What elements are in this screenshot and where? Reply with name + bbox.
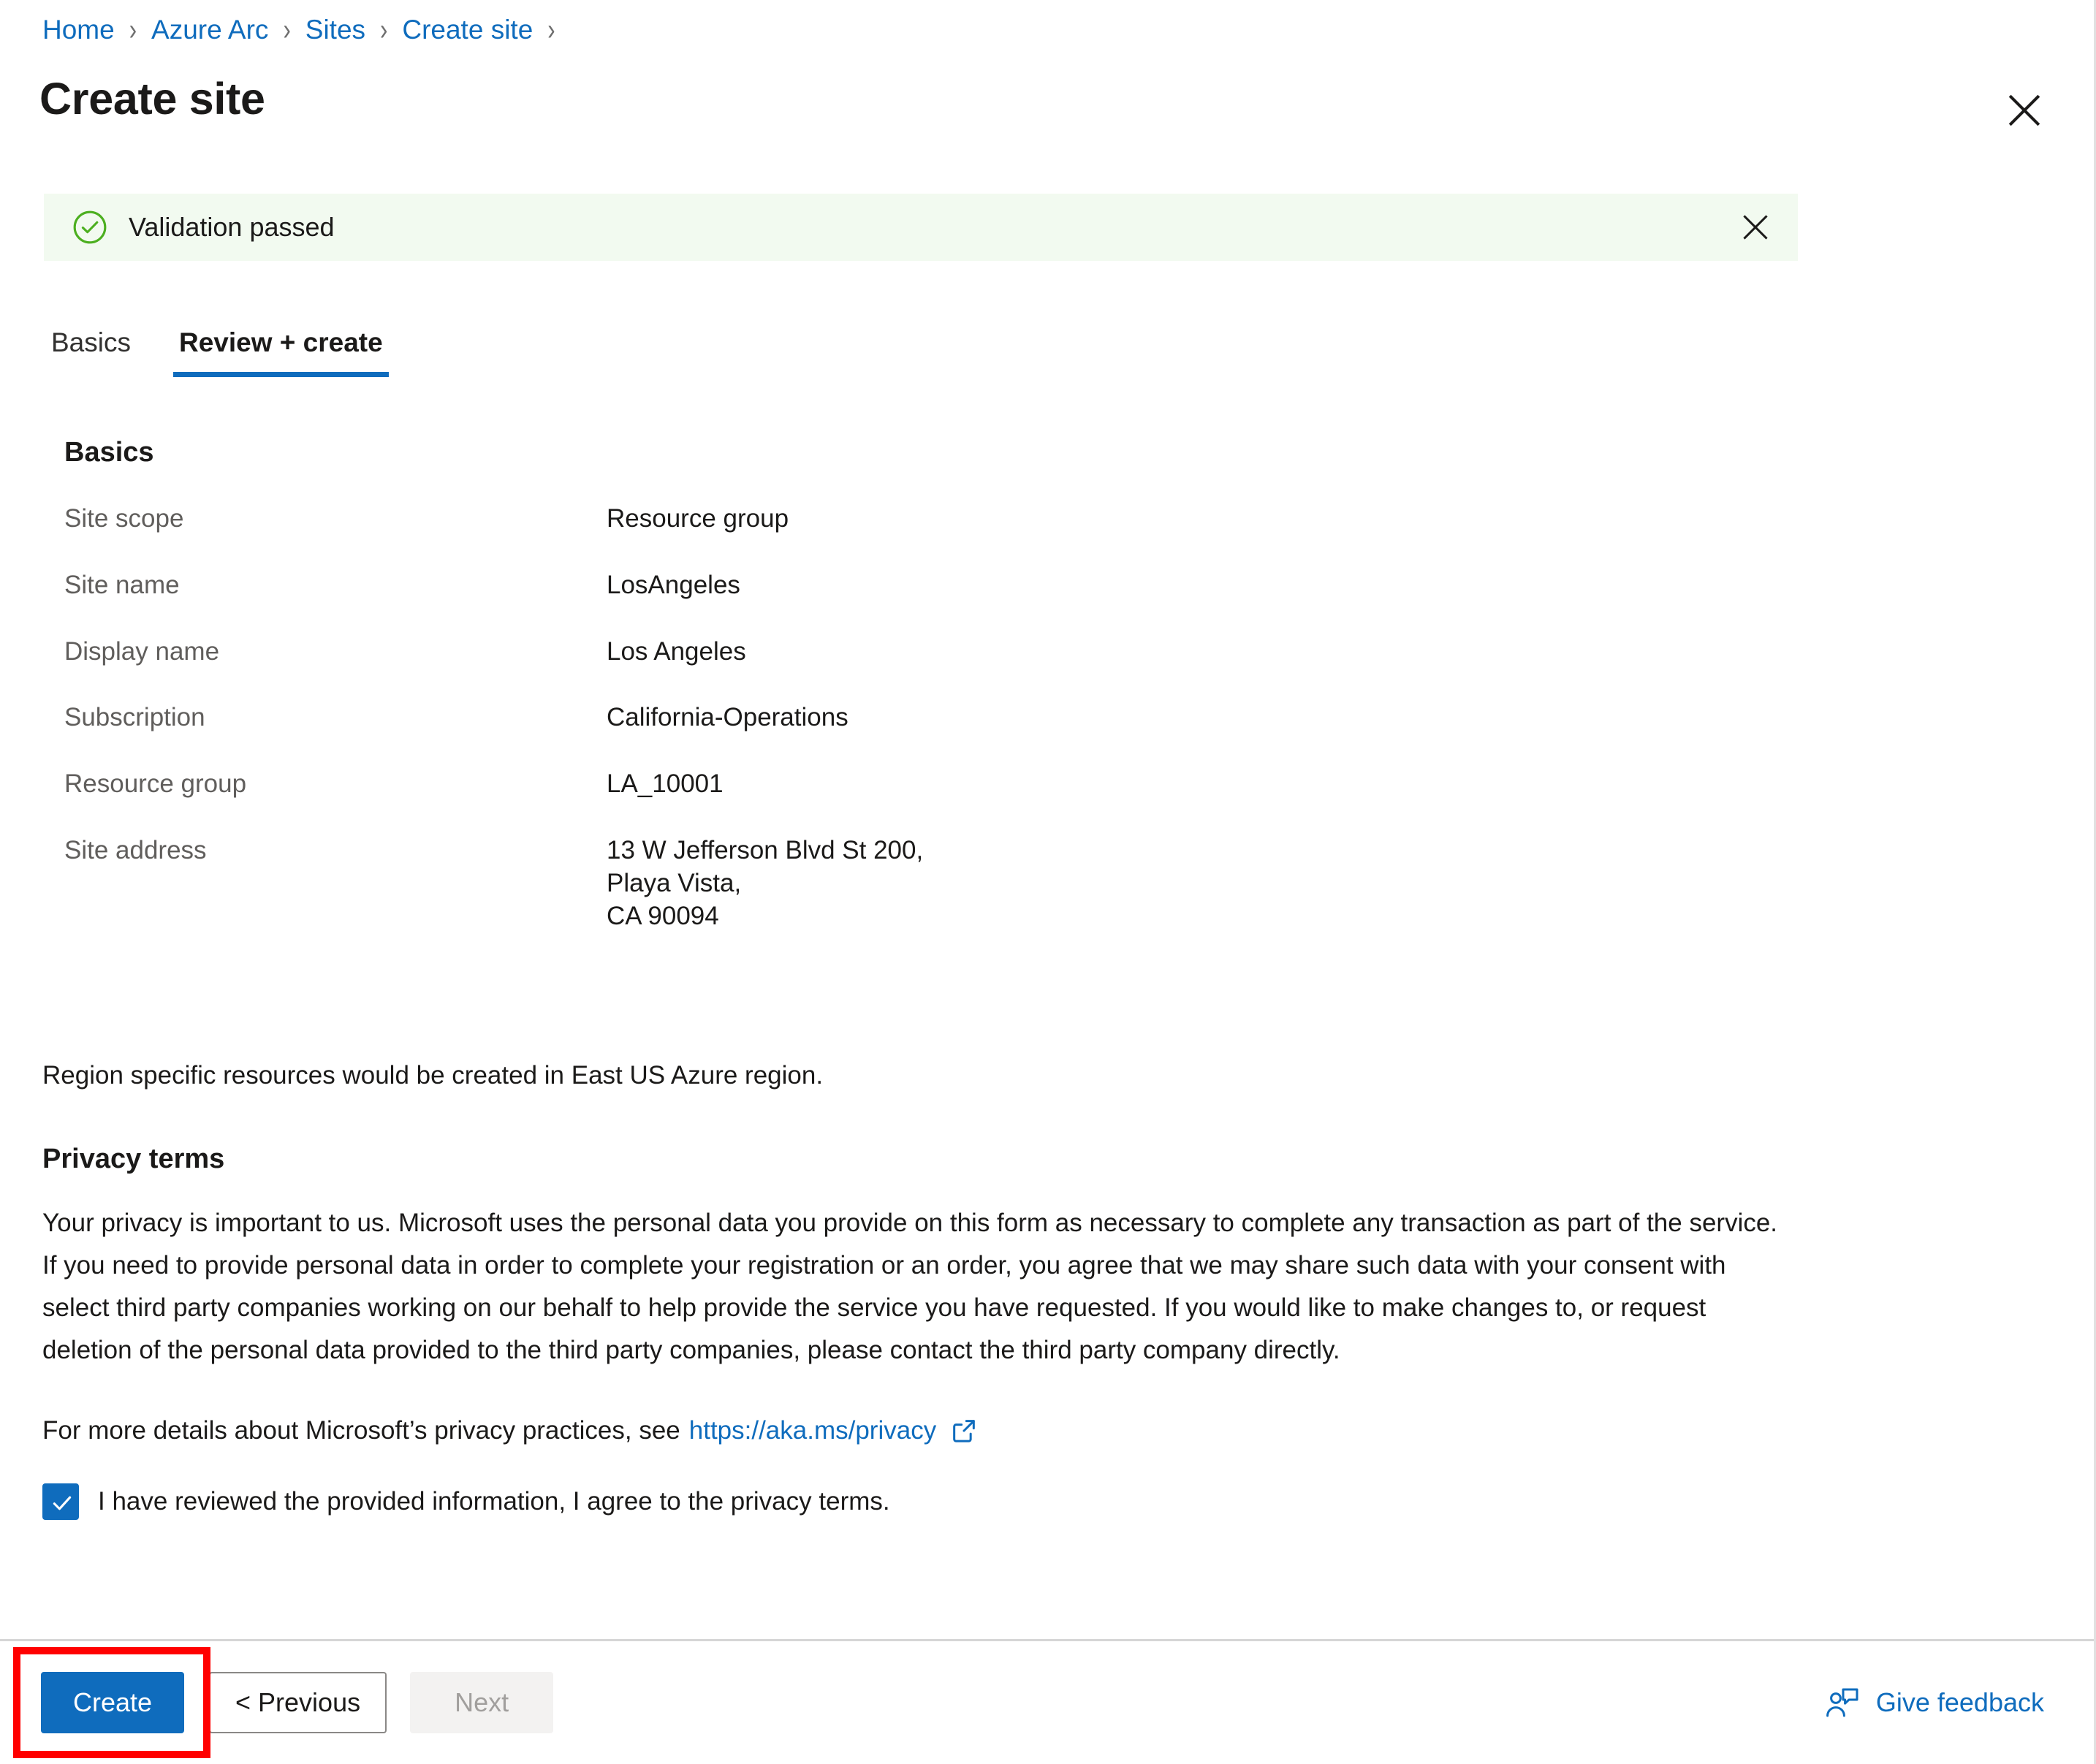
summary-value: LA_10001 — [607, 769, 724, 799]
privacy-terms-body: Your privacy is important to us. Microso… — [42, 1209, 1778, 1365]
privacy-more-details: For more details about Microsoft’s priva… — [42, 1416, 979, 1445]
wizard-tabs: Basics Review + create — [45, 327, 425, 377]
external-link-icon[interactable] — [949, 1416, 979, 1445]
page-title: Create site — [39, 74, 265, 123]
wizard-footer: Create < Previous Next Give feedback — [0, 1641, 2094, 1764]
breadcrumb-separator-icon: › — [547, 12, 555, 47]
create-site-blade: Home › Azure Arc › Sites › Create site ›… — [0, 0, 2096, 1764]
breadcrumb-separator-icon: › — [283, 12, 291, 47]
check-circle-icon — [73, 210, 107, 244]
summary-row: Site scope Resource group — [64, 503, 1818, 536]
checkbox-checked-icon[interactable] — [42, 1483, 79, 1520]
summary-row: Resource group LA_10001 — [64, 768, 1818, 801]
create-button[interactable]: Create — [41, 1672, 184, 1733]
wizard-action-buttons: Create < Previous Next — [13, 1647, 554, 1758]
summary-row: Display name Los Angeles — [64, 636, 1818, 669]
privacy-more-details-text: For more details about Microsoft’s priva… — [42, 1416, 680, 1445]
summary-row: Site name LosAngeles — [64, 569, 1818, 602]
basics-summary-list: Site scope Resource group Site name LosA… — [64, 503, 1818, 932]
validation-banner-message: Validation passed — [129, 212, 335, 242]
tab-basics[interactable]: Basics — [45, 327, 137, 377]
checkmark-icon — [53, 1496, 72, 1510]
next-button: Next — [410, 1672, 554, 1733]
validation-banner: Validation passed — [44, 194, 1798, 261]
privacy-policy-link[interactable]: https://aka.ms/privacy — [689, 1416, 936, 1445]
banner-close-icon[interactable] — [1735, 207, 1776, 248]
summary-value: Los Angeles — [607, 636, 746, 666]
person-feedback-icon — [1826, 1688, 1858, 1717]
breadcrumb-item-sites[interactable]: Sites — [304, 13, 367, 46]
privacy-consent-checkbox[interactable]: I have reviewed the provided information… — [42, 1483, 890, 1520]
summary-label: Display name — [64, 636, 220, 666]
summary-value: California-Operations — [607, 703, 848, 732]
breadcrumb-item-home[interactable]: Home — [41, 13, 116, 46]
tab-review-create[interactable]: Review + create — [172, 327, 389, 377]
summary-value: 13 W Jefferson Blvd St 200, Playa Vista,… — [607, 835, 924, 930]
summary-label: Resource group — [64, 769, 247, 799]
breadcrumb: Home › Azure Arc › Sites › Create site › — [41, 13, 569, 46]
summary-label: Site name — [64, 570, 180, 599]
give-feedback-label: Give feedback — [1875, 1687, 2044, 1717]
summary-label: Site scope — [64, 504, 184, 533]
summary-value: LosAngeles — [607, 570, 740, 599]
privacy-terms-heading: Privacy terms — [42, 1144, 225, 1174]
close-icon[interactable] — [2000, 86, 2048, 134]
breadcrumb-separator-icon: › — [129, 12, 137, 47]
region-note: Region specific resources would be creat… — [42, 1061, 824, 1090]
privacy-consent-label: I have reviewed the provided information… — [98, 1487, 890, 1516]
summary-value: Resource group — [607, 504, 789, 533]
breadcrumb-item-azure-arc[interactable]: Azure Arc — [150, 13, 270, 46]
breadcrumb-separator-icon: › — [380, 12, 388, 47]
summary-row: Site address 13 W Jefferson Blvd St 200,… — [64, 835, 1818, 932]
summary-label: Site address — [64, 835, 207, 864]
give-feedback-link[interactable]: Give feedback — [1825, 1685, 2044, 1720]
summary-row: Subscription California-Operations — [64, 702, 1818, 734]
previous-button[interactable]: < Previous — [209, 1672, 387, 1733]
basics-section-heading: Basics — [64, 437, 154, 468]
summary-label: Subscription — [64, 703, 205, 732]
breadcrumb-item-create-site[interactable]: Create site — [400, 13, 534, 46]
